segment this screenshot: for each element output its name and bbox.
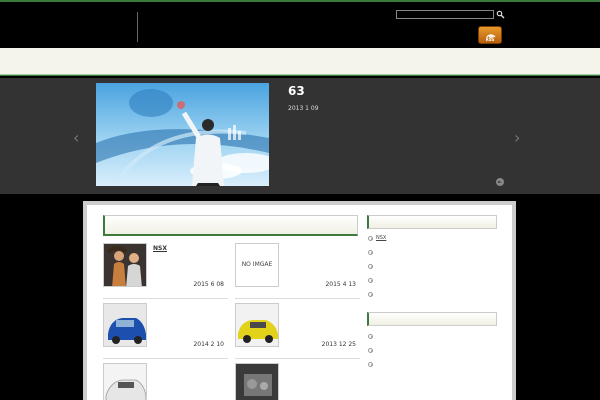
sidebar-item[interactable] [368,291,376,298]
arrow-bullet-icon [368,291,373,297]
post-photo [104,244,146,286]
post-thumbnail[interactable]: NO IMGAE [235,243,279,287]
sidebar-item[interactable] [368,277,376,284]
post-date: 2014 2 10 [193,341,224,348]
sidebar-item[interactable] [368,361,376,368]
main-section-header [103,215,358,236]
post-photo [104,364,146,400]
post-item: NO IMGAE 2015 4 13 [235,243,360,299]
post-item: NSX 2015 6 08 [103,243,228,299]
post-photo [104,304,146,346]
post-thumbnail[interactable] [235,363,279,400]
slide-photo [96,89,269,186]
rss-button[interactable]: RSS [478,26,502,44]
site-header [0,2,600,48]
post-thumbnail[interactable] [103,303,147,347]
slide-date: 2013 1 09 [288,105,319,112]
post-thumbnail[interactable] [235,303,279,347]
slide-image[interactable] [96,83,269,186]
sidebar-item-label: NSX [376,235,387,241]
arrow-bullet-icon [368,361,373,367]
post-date: 2015 6 08 [193,281,224,288]
post-photo [236,364,278,400]
search-icon [496,10,505,19]
slider-prev-arrow[interactable]: ‹ [73,128,79,147]
arrow-bullet-icon [368,249,373,255]
search-button[interactable] [496,10,505,19]
post-photo [236,304,278,346]
sidebar-item[interactable]: NSX [368,235,386,242]
content-panel: NSX 2015 6 08 NO IMGAE 2015 4 13 2014 2 … [87,205,512,400]
nav-bar [0,48,600,76]
sidebar-section-header [367,312,497,326]
arrow-bullet-icon [368,235,373,241]
arrow-bullet-icon [368,347,373,353]
featured-slider: ‹ 63 2013 1 09 › [0,78,600,194]
post-title[interactable]: NSX [153,245,167,252]
sidebar-item[interactable] [368,347,376,354]
post-item: 2014 2 10 [103,303,228,359]
sidebar-item[interactable] [368,263,376,270]
sidebar-item[interactable] [368,249,376,256]
no-image-placeholder: NO IMGAE [241,261,273,268]
sidebar-section-header [367,215,497,229]
post-item: 2013 12 25 [235,303,360,359]
post-date: 2013 12 25 [321,341,356,348]
rss-label: RSS [485,37,495,42]
slider-next-arrow[interactable]: › [514,128,520,147]
slide-more-button[interactable] [496,178,504,186]
post-date: 2015 4 13 [325,281,356,288]
header-divider [137,12,138,42]
arrow-bullet-icon [368,263,373,269]
sidebar-item[interactable] [368,333,376,340]
post-thumbnail[interactable] [103,363,147,400]
nav-underline [0,74,600,75]
post-item [103,363,228,400]
search-input[interactable] [396,10,494,19]
post-thumbnail[interactable] [103,243,147,287]
post-item [235,363,360,400]
slide-title[interactable]: 63 [288,84,305,98]
arrow-bullet-icon [368,277,373,283]
arrow-bullet-icon [368,333,373,339]
